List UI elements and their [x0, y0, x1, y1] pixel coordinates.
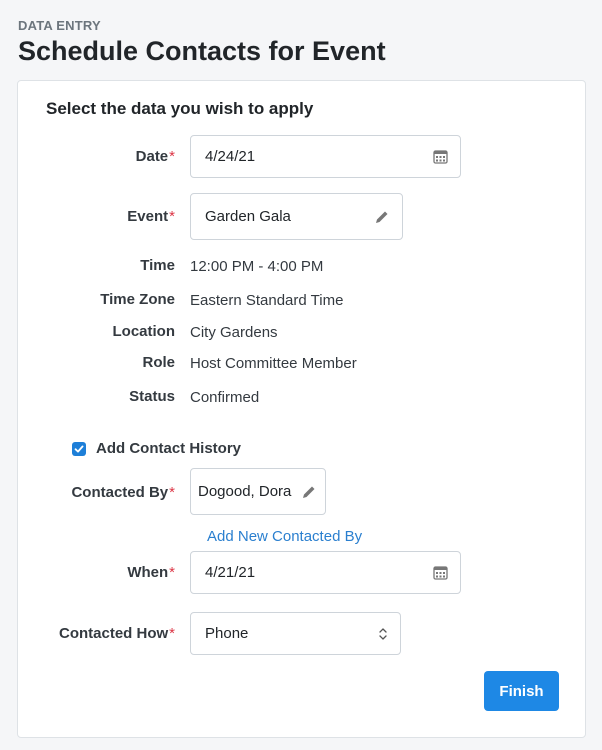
status-label: Status — [129, 388, 175, 405]
finish-button[interactable]: Finish — [484, 671, 559, 711]
when-field[interactable]: 4/21/21 — [190, 551, 461, 594]
contacted-by-field[interactable]: Dogood, Dora — [190, 468, 326, 515]
contacted-how-value: Phone — [205, 625, 249, 642]
contacted-how-select[interactable]: Phone — [190, 612, 401, 655]
contacted-how-label: Contacted How* — [58, 625, 175, 642]
contacted-by-label: Contacted By* — [71, 484, 175, 501]
location-value: City Gardens — [190, 324, 278, 341]
pencil-icon[interactable] — [374, 209, 390, 225]
location-label: Location — [112, 323, 176, 340]
chevron-up-down-icon — [378, 627, 388, 641]
contacted-by-value: Dogood, Dora — [198, 483, 292, 500]
time-value: 12:00 PM - 4:00 PM — [190, 258, 324, 275]
time-zone-value: Eastern Standard Time — [190, 292, 344, 309]
add-new-contacted-by-link[interactable]: Add New Contacted By — [207, 528, 362, 545]
role-value: Host Committee Member — [190, 355, 357, 372]
required-marker: * — [169, 564, 175, 581]
calendar-icon[interactable] — [433, 565, 448, 580]
required-marker: * — [169, 484, 175, 501]
required-marker: * — [169, 625, 175, 642]
date-field[interactable]: 4/24/21 — [190, 135, 461, 178]
page-title: Schedule Contacts for Event — [18, 36, 386, 66]
event-label: Event* — [127, 208, 175, 225]
add-contact-history-checkbox[interactable] — [72, 441, 86, 456]
status-value: Confirmed — [190, 389, 260, 406]
event-value: Garden Gala — [205, 208, 291, 225]
event-field[interactable]: Garden Gala — [190, 193, 403, 240]
time-zone-label: Time Zone — [100, 291, 175, 308]
add-contact-history-label: Add Contact History — [96, 440, 242, 457]
when-value: 4/21/21 — [205, 564, 256, 581]
form-card: Select the data you wish to apply Date* … — [17, 80, 586, 738]
role-label: Role — [142, 354, 175, 371]
date-value: 4/24/21 — [205, 148, 256, 165]
add-contact-history-toggle[interactable]: Add Contact History — [72, 440, 241, 457]
calendar-icon[interactable] — [433, 149, 448, 164]
time-label: Time — [140, 257, 175, 274]
when-label: When* — [127, 564, 175, 581]
check-icon — [74, 445, 84, 452]
pencil-icon[interactable] — [301, 484, 317, 500]
form-heading: Select the data you wish to apply — [46, 99, 314, 118]
required-marker: * — [169, 208, 175, 225]
page-eyebrow: DATA ENTRY — [18, 18, 101, 33]
date-label: Date* — [135, 148, 175, 165]
required-marker: * — [169, 148, 175, 165]
